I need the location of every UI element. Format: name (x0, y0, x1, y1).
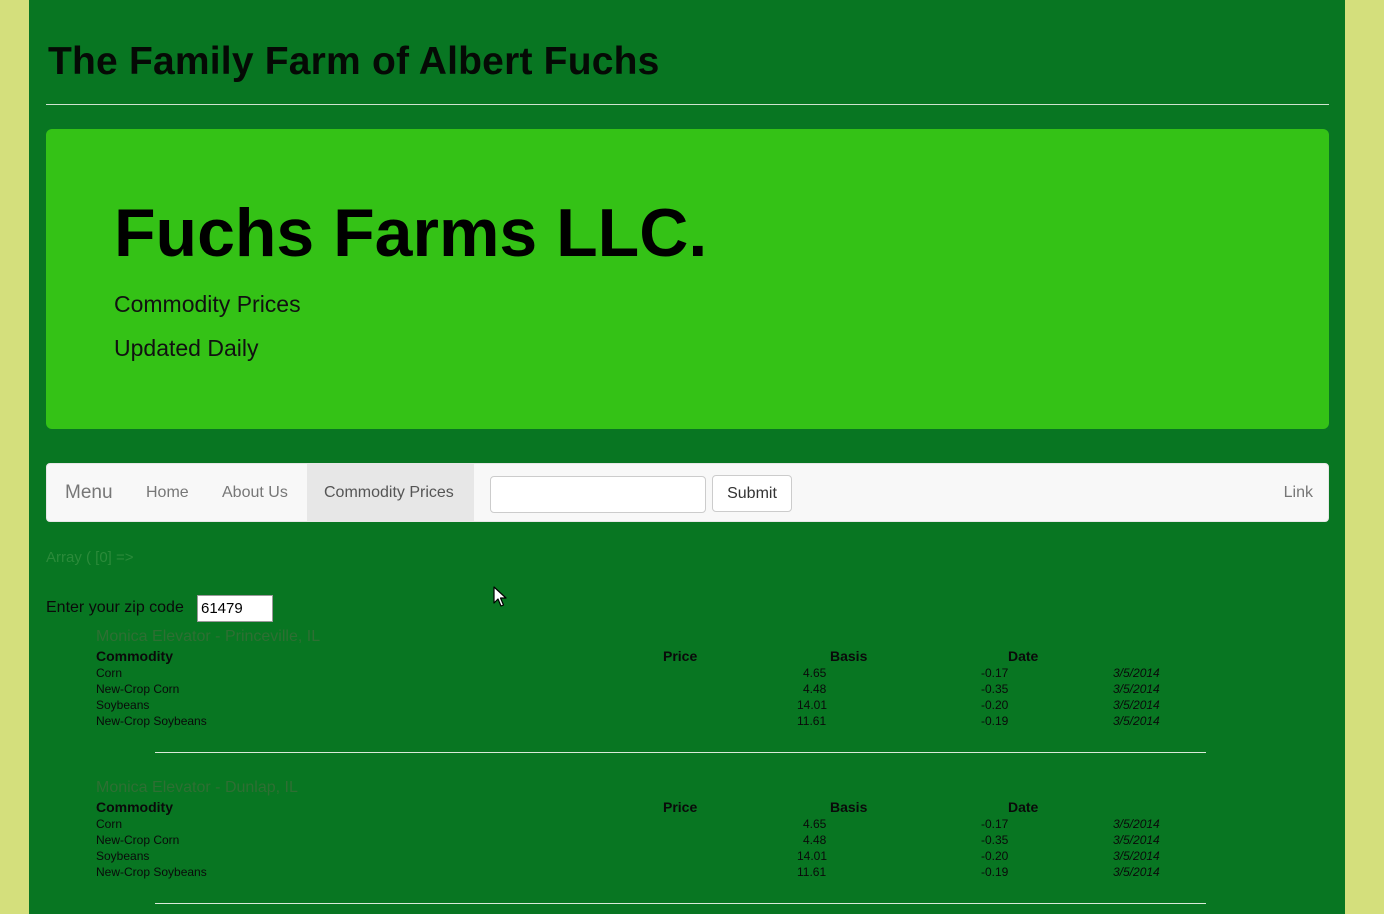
commodity-cell: New-Crop Soybeans (96, 714, 207, 728)
basis-cell: -0.17 (981, 666, 1009, 680)
date-cell: 3/5/2014 (1113, 698, 1160, 712)
basis-cell: -0.19 (981, 865, 1009, 879)
price-cell: 4.48 (803, 682, 827, 696)
commodity-cell: Soybeans (96, 849, 150, 863)
nav-commodity-prices[interactable]: Commodity Prices (307, 464, 474, 521)
jumbotron-heading: Fuchs Farms LLC. (114, 195, 708, 271)
submit-button[interactable]: Submit (712, 475, 792, 512)
header-date: Date (1008, 799, 1039, 815)
commodity-cell: New-Crop Corn (96, 833, 180, 847)
mouse-pointer-icon (493, 586, 507, 607)
page-container: The Family Farm of Albert Fuchs Fuchs Fa… (29, 0, 1345, 914)
commodity-cell: Soybeans (96, 698, 150, 712)
basis-cell: -0.35 (981, 833, 1009, 847)
navbar-brand[interactable]: Menu (65, 482, 113, 504)
date-cell: 3/5/2014 (1113, 666, 1160, 680)
header-commodity: Commodity (96, 648, 173, 664)
price-cell: 4.65 (803, 817, 827, 831)
jumbotron-subtitle-updated: Updated Daily (114, 335, 259, 361)
navbar: Menu Home About Us Commodity Prices Subm… (46, 463, 1329, 522)
price-cell: 14.01 (797, 698, 828, 712)
basis-cell: -0.20 (981, 849, 1009, 863)
header-date: Date (1008, 648, 1039, 664)
price-cell: 4.48 (803, 833, 827, 847)
basis-cell: -0.19 (981, 714, 1009, 728)
header-basis: Basis (830, 648, 868, 664)
price-cell: 14.01 (797, 849, 828, 863)
nav-home[interactable]: Home (146, 484, 189, 502)
header-price: Price (663, 648, 698, 664)
commodity-cell: New-Crop Soybeans (96, 865, 207, 879)
basis-cell: -0.35 (981, 682, 1009, 696)
nav-commodity-prices-label: Commodity Prices (324, 484, 454, 501)
date-cell: 3/5/2014 (1113, 849, 1160, 863)
date-cell: 3/5/2014 (1113, 833, 1160, 847)
commodity-cell: Corn (96, 817, 123, 831)
commodity-cell: New-Crop Corn (96, 682, 180, 696)
price-cell: 11.61 (797, 865, 827, 879)
jumbotron-subtitle-prices: Commodity Prices (114, 291, 301, 317)
site-title: The Family Farm of Albert Fuchs (48, 40, 660, 83)
zip-code-input[interactable] (197, 595, 273, 622)
header-price: Price (663, 799, 698, 815)
title-divider (46, 104, 1329, 105)
header-commodity: Commodity (96, 799, 173, 815)
price-cell: 11.61 (797, 714, 827, 728)
basis-cell: -0.20 (981, 698, 1009, 712)
jumbotron: Fuchs Farms LLC. Commodity Prices Update… (46, 129, 1329, 429)
navbar-search-input[interactable] (490, 476, 706, 513)
elevator-name: Monica Elevator - Princeville, IL (96, 628, 321, 645)
date-cell: 3/5/2014 (1113, 865, 1160, 879)
nav-about-us[interactable]: About Us (222, 484, 288, 502)
date-cell: 3/5/2014 (1113, 682, 1160, 696)
debug-array-output: Array ( [0] => (46, 549, 134, 566)
section-divider (155, 752, 1206, 753)
price-cell: 4.65 (803, 666, 827, 680)
commodity-cell: Corn (96, 666, 123, 680)
zip-code-label: Enter your zip code (46, 599, 184, 616)
date-cell: 3/5/2014 (1113, 714, 1160, 728)
section-divider (155, 903, 1206, 904)
elevator-name: Monica Elevator - Dunlap, IL (96, 779, 298, 796)
date-cell: 3/5/2014 (1113, 817, 1160, 831)
header-basis: Basis (830, 799, 868, 815)
basis-cell: -0.17 (981, 817, 1009, 831)
nav-link-right[interactable]: Link (1284, 484, 1313, 502)
